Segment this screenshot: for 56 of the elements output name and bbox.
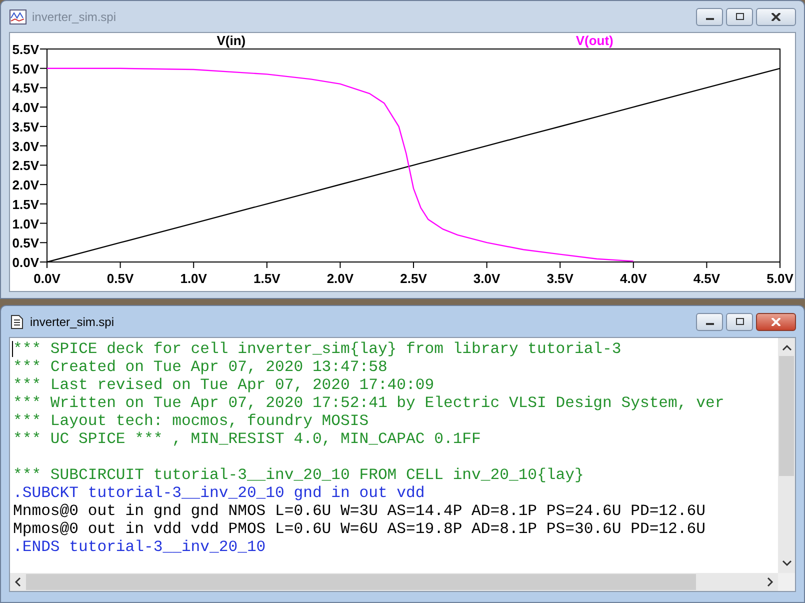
axis-tick-label: 2.0V bbox=[326, 271, 354, 286]
axis-tick-label: 4.5V bbox=[12, 80, 39, 96]
legend-label: V(out) bbox=[576, 33, 614, 48]
close-button[interactable] bbox=[756, 312, 796, 330]
axis-tick-label: 0.5V bbox=[106, 271, 134, 286]
axis-tick-label: 3.5V bbox=[546, 271, 574, 286]
minimize-button[interactable] bbox=[696, 8, 723, 26]
axis-tick-label: 1.0V bbox=[180, 271, 207, 286]
axis-tick-label: 3.0V bbox=[12, 138, 39, 154]
code-line: *** SPICE deck for cell inverter_sim{lay} from library tutorial-3 bbox=[13, 340, 622, 358]
axis-tick-label: 3.5V bbox=[12, 119, 39, 134]
axis-tick-label: 3.0V bbox=[473, 271, 500, 286]
scrollbar-thumb[interactable] bbox=[779, 356, 794, 476]
window-title: inverter_sim.spi bbox=[30, 314, 114, 328]
legend-label: V(in) bbox=[216, 33, 246, 48]
restore-button[interactable] bbox=[726, 312, 753, 330]
horizontal-scrollbar[interactable] bbox=[10, 573, 795, 591]
axis-tick-label: 0.5V bbox=[12, 236, 39, 251]
vertical-scrollbar[interactable] bbox=[778, 338, 795, 573]
axis-tick-label: 2.5V bbox=[12, 158, 39, 174]
axis-tick-label: 5.0V bbox=[12, 61, 39, 76]
scrollbar-thumb[interactable] bbox=[26, 574, 696, 590]
code-line: *** Layout tech: mocmos, foundry MOSIS bbox=[13, 412, 370, 430]
code-line: *** Last revised on Tue Apr 07, 2020 17:40:09 bbox=[13, 376, 436, 394]
axis-tick-label: 4.5V bbox=[693, 271, 720, 286]
code-line: Mnmos@0 out in gnd gnd NMOS L=0.6U W=3U AS=14.4P AD=8.1P PS=24.6U PD=12.6U bbox=[13, 502, 706, 520]
scrollbar-corner bbox=[778, 573, 795, 591]
code-line: *** Written on Tue Apr 07, 2020 17:52:41 by Electric VLSI Design System, ver bbox=[13, 394, 726, 412]
text-cursor bbox=[12, 341, 13, 357]
axis-tick-label: 0.0V bbox=[12, 255, 39, 270]
minimize-button[interactable] bbox=[696, 312, 723, 330]
axis-tick-label: 2.0V bbox=[12, 178, 39, 193]
code-line: *** Created on Tue Apr 07, 2020 13:47:58 bbox=[13, 358, 388, 376]
restore-icon bbox=[734, 318, 744, 326]
axis-tick-label: 5.0V bbox=[766, 271, 794, 286]
axis-tick-label: 1.0V bbox=[12, 216, 39, 232]
axis-tick-label: 1.5V bbox=[254, 271, 280, 286]
axis-tick-label: 0.0V bbox=[34, 271, 60, 286]
close-button[interactable] bbox=[756, 8, 796, 26]
axis-tick-label: 4.0V bbox=[12, 100, 39, 116]
close-icon bbox=[771, 318, 781, 326]
document-icon bbox=[9, 314, 25, 330]
restore-icon bbox=[734, 12, 744, 20]
code-line: *** UC SPICE *** , MIN_RESIST 4.0, MIN_CAPAC 0.1FF bbox=[13, 430, 482, 448]
axis-tick-label: 4.0V bbox=[620, 271, 647, 286]
restore-button[interactable] bbox=[726, 8, 753, 26]
window-title: inverter_sim.spi bbox=[32, 10, 116, 24]
code-line: *** SUBCIRCUIT tutorial-3__inv_20_10 FROM CELL inv_20_10{lay} bbox=[13, 466, 585, 484]
code-line: .ENDS tutorial-3__inv_20_10 bbox=[13, 538, 267, 556]
close-icon bbox=[771, 12, 781, 20]
waveform-icon bbox=[9, 8, 27, 24]
code-line: Mpmos@0 out in vdd vdd PMOS L=0.6U W=6U AS=19.8P AD=8.1P PS=30.6U PD=12.6U bbox=[13, 520, 706, 538]
axis-tick-label: 1.5V bbox=[12, 196, 39, 212]
code-line: .SUBCKT tutorial-3__inv_20_10 gnd in out vdd bbox=[13, 484, 426, 502]
axis-tick-label: 2.5V bbox=[400, 271, 427, 286]
axis-tick-label: 5.5V bbox=[12, 42, 39, 57]
